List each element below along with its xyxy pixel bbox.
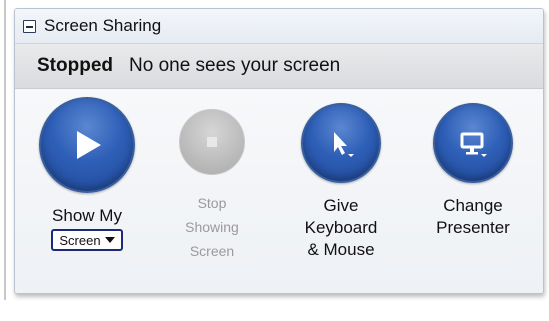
give-label-line2: Keyboard bbox=[304, 218, 378, 237]
screen-sharing-panel: Screen Sharing Stopped No one sees your … bbox=[14, 8, 544, 294]
screen-select-value: Screen bbox=[59, 232, 101, 248]
show-label: Show My bbox=[52, 206, 122, 225]
panel-title: Screen Sharing bbox=[44, 16, 162, 35]
stop-label: Stop Showing Screen bbox=[185, 191, 239, 263]
window-edge bbox=[4, 0, 6, 300]
play-icon bbox=[77, 131, 101, 159]
collapse-icon[interactable] bbox=[23, 19, 36, 33]
panel-header[interactable]: Screen Sharing bbox=[15, 9, 543, 44]
status-bar: Stopped No one sees your screen bbox=[15, 44, 543, 89]
monitor-dropdown-icon bbox=[460, 132, 487, 157]
stop-label-line3: Screen bbox=[189, 243, 235, 259]
stop-label-line2: Showing bbox=[185, 219, 239, 235]
chevron-down-icon bbox=[104, 237, 115, 243]
status-state: Stopped bbox=[37, 55, 113, 76]
give-label: Give Keyboard & Mouse bbox=[305, 195, 378, 261]
stop-label-line1: Stop bbox=[197, 195, 227, 211]
stop-button[interactable] bbox=[179, 109, 245, 175]
give-control-button[interactable] bbox=[301, 103, 381, 183]
change-presenter-action: Change Presenter bbox=[433, 103, 513, 239]
screen-select[interactable]: Screen bbox=[51, 229, 123, 251]
stop-showing-action: Stop Showing Screen bbox=[179, 109, 245, 263]
change-label-line1: Change bbox=[443, 196, 503, 215]
change-label: Change Presenter bbox=[436, 195, 510, 239]
show-button[interactable] bbox=[39, 97, 135, 193]
status-message: No one sees your screen bbox=[129, 55, 341, 76]
show-my-screen-action: Show My Screen bbox=[39, 97, 135, 251]
actions-area: Show My Screen Stop Showing Screen Give … bbox=[15, 89, 543, 293]
give-keyboard-mouse-action: Give Keyboard & Mouse bbox=[301, 103, 381, 261]
change-presenter-button[interactable] bbox=[433, 103, 513, 183]
give-label-line1: Give bbox=[323, 196, 359, 215]
cursor-dropdown-icon bbox=[334, 132, 354, 157]
give-label-line3: & Mouse bbox=[307, 240, 375, 259]
stop-icon bbox=[207, 137, 217, 147]
change-label-line2: Presenter bbox=[436, 218, 510, 237]
